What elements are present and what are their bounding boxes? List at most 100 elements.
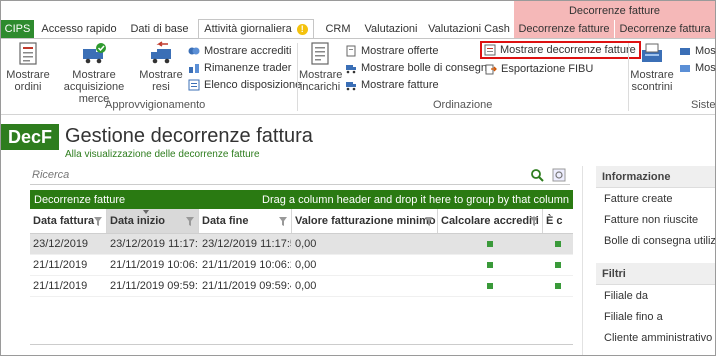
mostrare-scontrini-label-1: Mostrare <box>630 69 674 81</box>
cell-data-fattura: 21/11/2019 <box>33 280 88 292</box>
side-panel: Informazione Fatture create Fatture non … <box>596 166 715 355</box>
esportazione-fibu-label: Esportazione FIBU <box>501 62 594 75</box>
mostrare-acquisizione-button[interactable]: Mostrare acquisizione merce <box>53 41 135 105</box>
delivery-note-icon <box>346 64 356 73</box>
mostrare-offerte-label: Mostrare offerte <box>361 44 439 57</box>
cell-calcolare <box>438 255 543 275</box>
sort-descending-icon <box>143 210 149 214</box>
export-icon <box>485 64 497 74</box>
esportazione-fibu-button[interactable]: Esportazione FIBU <box>485 61 593 76</box>
cell-data-fattura: 23/12/2019 <box>33 238 89 250</box>
mostrare-ordini-button[interactable]: Mostrare ordini <box>5 41 51 93</box>
page-title: Gestione decorrenze fattura <box>65 125 313 147</box>
mostrare-decorrenze-label: Mostrare decorrenze fatture <box>500 44 636 56</box>
grid-group-bar[interactable]: Decorrenze fatture Drag a column header … <box>30 190 573 209</box>
info-item-bolle-utilizzate[interactable]: Bolle di consegna utilizzate <box>596 230 715 251</box>
checkbox-checked-icon[interactable] <box>554 283 561 289</box>
tab-cips[interactable]: CIPS <box>1 20 34 38</box>
tab-decorrenze-fattura[interactable]: Decorrenze fattura <box>615 20 715 38</box>
search-input[interactable] <box>30 167 510 183</box>
column-data-fine-label: Data fine <box>202 215 249 227</box>
tab-crm[interactable]: CRM <box>318 20 358 38</box>
checkbox-checked-icon[interactable] <box>487 241 493 247</box>
search-bar <box>30 167 570 185</box>
list-icon <box>188 79 200 90</box>
tab-decorrenze-fatture[interactable]: Decorrenze fatture <box>514 20 614 38</box>
invoice-icon <box>346 81 356 90</box>
cell-calcolare <box>438 234 543 254</box>
filter-item-filiale-da[interactable]: Filiale da <box>596 285 715 306</box>
tab-valutazioni[interactable]: Valutazioni <box>361 20 421 38</box>
elenco-disposizione-label: Elenco disposizione <box>204 78 302 91</box>
context-tab-header: Decorrenze fatture <box>514 1 715 20</box>
rimanenze-trader-button[interactable]: Rimanenze trader <box>188 60 291 75</box>
column-calcolare-accrediti[interactable]: Calcolare accrediti <box>438 209 543 233</box>
decorrenze-grid: Decorrenze fatture Drag a column header … <box>30 190 573 350</box>
mostrare-scontrini-button[interactable]: Mostrare scontrini <box>630 41 674 93</box>
column-filter-icon[interactable] <box>94 217 102 226</box>
receipt-icon <box>642 43 662 62</box>
document-icon <box>311 42 329 65</box>
cell-data-fine: 21/11/2019 10:06:25 <box>202 259 291 271</box>
page-subtitle: Alla visualizzazione delle decorrenze fa… <box>65 149 260 160</box>
mostrare-decorrenze-button[interactable]: Mostrare decorrenze fatture <box>480 41 641 59</box>
column-filter-icon[interactable] <box>530 217 538 226</box>
mostrare-fatture-button[interactable]: Mostrare fatture <box>345 77 439 92</box>
column-valore-fatturazione[interactable]: Valore fatturazione minimo <box>292 209 438 233</box>
mostrare-incarichi-button[interactable]: Mostrare incarichi <box>299 41 343 93</box>
trader-icon <box>189 63 199 73</box>
table-row[interactable]: 21/11/2019 21/11/2019 09:59:44 21/11/201… <box>30 276 573 297</box>
checkbox-checked-icon[interactable] <box>554 262 561 268</box>
tab-valutazioni-cash[interactable]: Valutazioni Cash <box>425 20 513 38</box>
group-sistema: Sister <box>691 99 716 111</box>
column-data-inizio-label: Data inizio <box>110 215 166 227</box>
mostrare-bolle-label: Mostrare bolle di consegna <box>361 61 494 74</box>
table-row[interactable]: 21/11/2019 21/11/2019 10:06:25 21/11/201… <box>30 255 573 276</box>
grid-header: Data fattura Data inizio Data fine Valor… <box>30 209 573 234</box>
column-calcolare-label: Calcolare accrediti <box>441 215 539 227</box>
tab-dati-di-base[interactable]: Dati di base <box>122 20 197 38</box>
receipt-small-icon-2 <box>680 64 690 72</box>
search-icon[interactable] <box>530 168 544 182</box>
cell-data-inizio: 21/11/2019 09:59:44 <box>110 280 198 292</box>
elenco-disposizione-button[interactable]: Elenco disposizione <box>188 77 301 92</box>
tab-attivita-giornaliera[interactable]: Attività giornaliera ! <box>198 19 314 38</box>
cell-calcolare <box>438 276 543 296</box>
info-item-fatture-create[interactable]: Fatture create <box>596 188 715 209</box>
column-filter-icon[interactable] <box>425 217 433 226</box>
filter-item-cliente-amministrativo[interactable]: Cliente amministrativo da <box>596 327 715 348</box>
group-approvvigionamento: Approvvigionamento <box>105 99 206 111</box>
info-item-fatture-non-riuscite[interactable]: Fatture non riuscite <box>596 209 715 230</box>
grid-horizontal-scrollbar[interactable] <box>30 344 573 350</box>
mostrare-bolle-button[interactable]: Mostrare bolle di consegna <box>345 60 493 75</box>
mostrare-offerte-button[interactable]: Mostrare offerte <box>345 43 438 58</box>
tab-accesso-rapido[interactable]: Accesso rapido <box>38 20 120 38</box>
filter-icon[interactable] <box>552 168 566 182</box>
credit-icon <box>188 47 200 54</box>
mostrare-resi-button[interactable]: Mostrare resi <box>139 41 183 93</box>
mostrare-fatture-label: Mostrare fatture <box>361 78 439 91</box>
table-row[interactable]: 23/12/2019 23/12/2019 11:17:58 23/12/201… <box>30 234 573 255</box>
cell-valore: 0,00 <box>295 238 317 250</box>
column-data-fattura-label: Data fattura <box>33 215 95 227</box>
truck-check-icon <box>83 43 106 64</box>
checkbox-checked-icon[interactable] <box>554 241 561 247</box>
checkbox-checked-icon[interactable] <box>487 283 493 289</box>
column-filter-icon[interactable] <box>186 217 194 226</box>
column-data-inizio[interactable]: Data inizio <box>107 209 199 233</box>
checkbox-checked-icon[interactable] <box>487 262 493 268</box>
panel-divider <box>582 166 583 355</box>
sistema-button-2[interactable]: Most <box>679 60 716 75</box>
mostrare-accrediti-button[interactable]: Mostrare accrediti <box>188 43 291 58</box>
column-filter-icon[interactable] <box>279 217 287 226</box>
mostrare-incarichi-label-1: Mostrare <box>299 69 343 81</box>
column-data-fine[interactable]: Data fine <box>199 209 292 233</box>
cell-valore: 0,00 <box>295 280 317 292</box>
mostrare-scontrini-label-2: scontrini <box>631 81 673 93</box>
column-e-c[interactable]: È c <box>543 209 573 233</box>
filter-item-filiale-fino-a[interactable]: Filiale fino a <box>596 306 715 327</box>
sistema-button-1[interactable]: Most <box>679 43 716 58</box>
column-data-fattura[interactable]: Data fattura <box>30 209 107 233</box>
ribbon-panel: Mostrare ordini Mostrare acquisizione me… <box>1 39 716 115</box>
ribbon-tabbar: Decorrenze fatture CIPS Accesso rapido D… <box>1 1 715 38</box>
